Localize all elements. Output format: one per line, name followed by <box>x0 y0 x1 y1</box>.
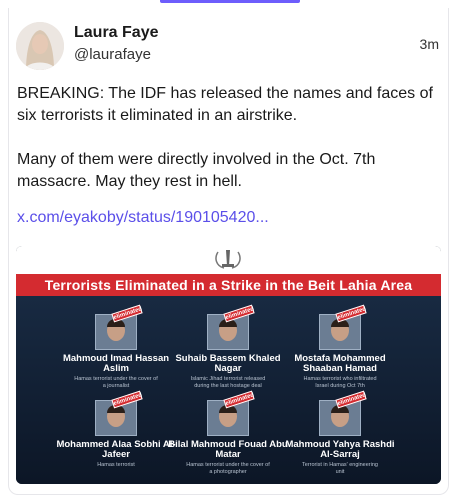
person-name: Mostafa Mohammed Shaaban Hamad <box>294 353 386 374</box>
person-description: Islamic Jihad terrorist released during … <box>190 376 266 389</box>
post-link[interactable]: x.com/eyakoby/status/190105420... <box>17 209 269 227</box>
avatar-image <box>16 22 64 70</box>
person-card-1: eliminated Mahmoud Imad Hassan Aslim Ham… <box>56 304 176 389</box>
person-description: Hamas terrorist under the cover of a pho… <box>186 462 270 475</box>
media-banner-title: Terrorists Eliminated in a Strike in the… <box>16 274 441 296</box>
post-paragraph-1: BREAKING: The IDF has released the names… <box>17 85 433 124</box>
post-text: BREAKING: The IDF has released the names… <box>17 83 442 193</box>
person-photo: eliminated <box>95 390 143 436</box>
active-tab-indicator <box>160 0 300 3</box>
emblem-icon <box>215 250 241 269</box>
person-card-3: eliminated Mostafa Mohammed Shaaban Hama… <box>280 304 400 389</box>
author-name[interactable]: Laura Faye <box>74 24 158 42</box>
person-photo: eliminated <box>319 390 367 436</box>
person-description: Hamas terrorist under the cover of a jou… <box>74 376 158 389</box>
author-handle[interactable]: @laurafaye <box>74 46 151 63</box>
person-name: Mahmoud Imad Hassan Aslim <box>62 353 170 374</box>
person-photo: eliminated <box>95 304 143 350</box>
avatar[interactable] <box>16 22 64 70</box>
person-name: Mohammed Alaa Sobhi Al-Jafeer <box>56 439 176 460</box>
person-card-6: eliminated Mahmoud Yahya Rashdi Al-Sarra… <box>280 390 400 475</box>
idf-emblem <box>16 246 441 274</box>
person-card-2: eliminated Suhaib Bassem Khaled Nagar Is… <box>168 304 288 389</box>
person-name: Bilal Mahmoud Fouad Abu Matar <box>168 439 288 460</box>
person-name: Mahmoud Yahya Rashdi Al-Sarraj <box>285 439 395 460</box>
person-photo: eliminated <box>207 304 255 350</box>
person-photo: eliminated <box>207 390 255 436</box>
person-name: Suhaib Bassem Khaled Nagar <box>175 353 281 374</box>
person-description: Terrorist in Hamas' engineering unit <box>302 462 378 475</box>
person-photo: eliminated <box>319 304 367 350</box>
person-description: Hamas terrorist who infiltrated Israel d… <box>303 376 377 389</box>
person-card-4: eliminated Mohammed Alaa Sobhi Al-Jafeer… <box>56 390 176 469</box>
person-card-5: eliminated Bilal Mahmoud Fouad Abu Matar… <box>168 390 288 475</box>
post-image[interactable]: Terrorists Eliminated in a Strike in the… <box>16 246 441 484</box>
post-timestamp: 3m <box>419 36 439 52</box>
person-description: Hamas terrorist <box>97 462 135 468</box>
post-paragraph-2: Many of them were directly involved in t… <box>17 151 376 190</box>
